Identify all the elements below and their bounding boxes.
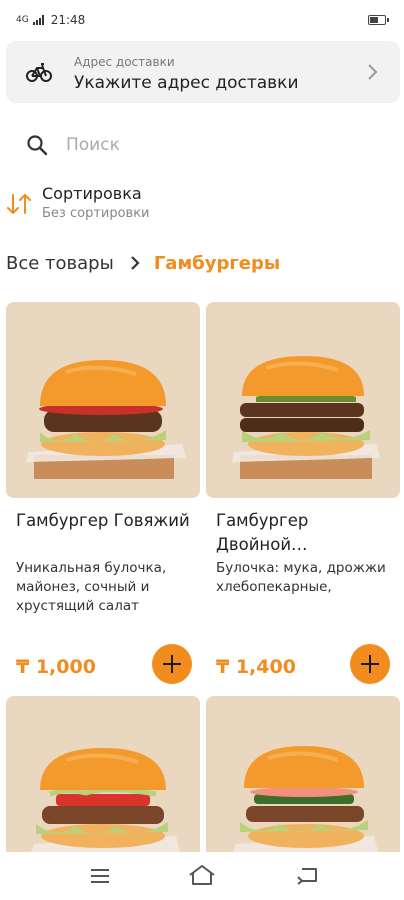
signal-icon: 4G — [16, 15, 29, 25]
product-description: Булочка: мука, дрожжи хлебопекарные, — [216, 560, 386, 595]
sort-selector[interactable]: Сортировка Без сортировки — [6, 180, 400, 226]
sort-arrows-icon — [7, 194, 31, 214]
sort-value: Без сортировки — [42, 206, 150, 221]
search-input[interactable] — [66, 130, 366, 160]
product-price: ₸ 1,400 — [216, 656, 296, 678]
delivery-address-card[interactable]: Адрес доставки Укажите адрес доставки — [6, 41, 400, 103]
breadcrumb-current-category: Гамбургеры — [153, 252, 281, 274]
breadcrumb: Все товары Гамбургеры — [6, 248, 280, 278]
battery-icon — [368, 15, 389, 25]
address-label: Адрес доставки — [74, 55, 175, 69]
back-icon[interactable] — [296, 865, 320, 885]
chevron-right-icon — [368, 64, 378, 80]
signal-bars-icon — [32, 15, 44, 25]
product-card[interactable]: Гамбургер Говяжий Уникальная булочка, ма… — [6, 302, 200, 702]
system-navigation-bar — [0, 852, 404, 900]
menu-icon[interactable] — [90, 868, 110, 884]
chevron-right-icon — [131, 256, 140, 270]
add-to-cart-button[interactable] — [350, 644, 390, 684]
product-card[interactable] — [6, 696, 200, 892]
product-image — [6, 302, 200, 498]
status-bar: 4G 21:48 — [0, 0, 404, 40]
product-image — [206, 302, 400, 498]
search-icon — [27, 135, 48, 156]
bicycle-icon — [26, 63, 52, 82]
address-value: Укажите адрес доставки — [74, 73, 299, 93]
sort-title: Сортировка — [42, 184, 142, 203]
add-to-cart-button[interactable] — [152, 644, 192, 684]
product-title: Гамбургер Говяжий — [16, 511, 190, 530]
product-description: Уникальная булочка, майонез, сочный и хр… — [16, 560, 167, 614]
product-price: ₸ 1,000 — [16, 656, 96, 678]
product-title: Гамбургер Двойной… — [216, 511, 309, 554]
home-icon[interactable] — [188, 864, 216, 886]
breadcrumb-all-products[interactable]: Все товары — [6, 253, 114, 274]
search-bar — [6, 122, 400, 168]
status-time: 21:48 — [50, 13, 86, 27]
product-card[interactable]: Гамбургер Двойной… Булочка: мука, дрожжи… — [206, 302, 400, 702]
product-card[interactable] — [206, 696, 400, 892]
